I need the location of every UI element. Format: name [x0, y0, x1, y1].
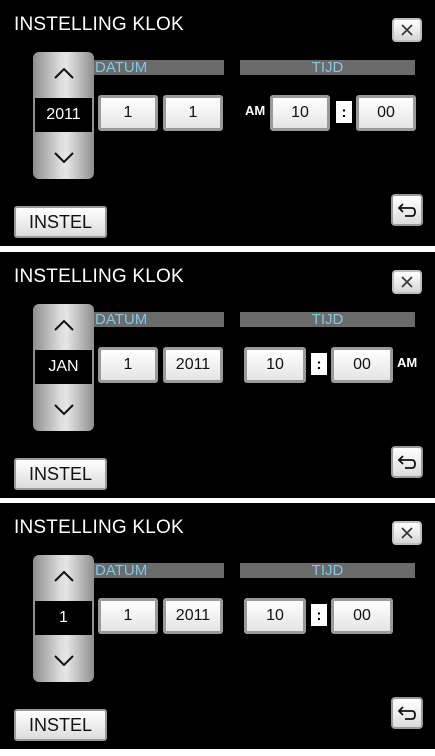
tijd-header: TIJD [240, 563, 415, 578]
day-field[interactable]: 1 [163, 95, 223, 131]
screen-title: INSTELLING KLOK [14, 266, 184, 287]
decrease-button[interactable] [33, 141, 94, 175]
screen-title: INSTELLING KLOK [14, 14, 184, 35]
close-icon [401, 276, 413, 288]
minute-field[interactable]: 00 [356, 95, 416, 131]
close-icon [401, 24, 413, 36]
close-button[interactable] [392, 270, 422, 294]
tijd-header: TIJD [240, 312, 415, 327]
back-button[interactable] [391, 446, 423, 478]
increase-button[interactable] [33, 56, 94, 90]
increase-button[interactable] [33, 308, 94, 342]
back-button[interactable] [391, 194, 423, 226]
chevron-down-icon [53, 404, 74, 416]
minute-field[interactable]: 00 [331, 598, 393, 634]
year-field[interactable]: 2011 [163, 598, 223, 634]
value-stepper: 2011 [33, 52, 94, 179]
close-button[interactable] [392, 521, 422, 545]
value-stepper: 1 [33, 555, 94, 682]
datum-header: DATUM [94, 312, 224, 327]
chevron-up-icon [53, 570, 74, 582]
value-stepper: JAN [33, 304, 94, 431]
stepper-value: JAN [35, 350, 92, 384]
datum-header: DATUM [94, 563, 224, 578]
hour-field[interactable]: 10 [270, 95, 330, 131]
am-pm-label: AM [245, 103, 266, 118]
day-field[interactable]: 1 [98, 347, 158, 383]
chevron-down-icon [53, 655, 74, 667]
time-separator: : [336, 101, 352, 123]
close-icon [401, 527, 413, 539]
stepper-value: 2011 [35, 98, 92, 132]
am-pm-label: AM [397, 355, 418, 370]
return-arrow-icon [397, 706, 416, 720]
close-button[interactable] [392, 18, 422, 42]
tijd-header: TIJD [240, 60, 415, 75]
month-field[interactable]: 1 [98, 598, 158, 634]
time-separator: : [311, 353, 327, 375]
set-button[interactable]: INSTEL [14, 709, 107, 741]
set-button[interactable]: INSTEL [14, 206, 107, 238]
clock-setting-screen-month: INSTELLING KLOK JAN DATUM TIJD 1 2011 10… [0, 252, 435, 498]
chevron-up-icon [53, 319, 74, 331]
clock-setting-screen-day: INSTELLING KLOK 1 DATUM TIJD 1 2011 10 :… [0, 503, 435, 749]
time-separator: : [311, 604, 327, 626]
set-button[interactable]: INSTEL [14, 458, 107, 490]
stepper-value: 1 [35, 601, 92, 635]
return-arrow-icon [397, 203, 416, 217]
year-field[interactable]: 2011 [163, 347, 223, 383]
increase-button[interactable] [33, 559, 94, 593]
hour-field[interactable]: 10 [244, 347, 306, 383]
datum-header: DATUM [94, 60, 224, 75]
minute-field[interactable]: 00 [331, 347, 393, 383]
clock-setting-screen-year: INSTELLING KLOK 2011 DATUM TIJD 1 1 AM 1… [0, 0, 435, 246]
hour-field[interactable]: 10 [244, 598, 306, 634]
chevron-up-icon [53, 67, 74, 79]
decrease-button[interactable] [33, 393, 94, 427]
decrease-button[interactable] [33, 644, 94, 678]
chevron-down-icon [53, 152, 74, 164]
back-button[interactable] [391, 697, 423, 729]
return-arrow-icon [397, 455, 416, 469]
month-field[interactable]: 1 [98, 95, 158, 131]
screen-title: INSTELLING KLOK [14, 517, 184, 538]
